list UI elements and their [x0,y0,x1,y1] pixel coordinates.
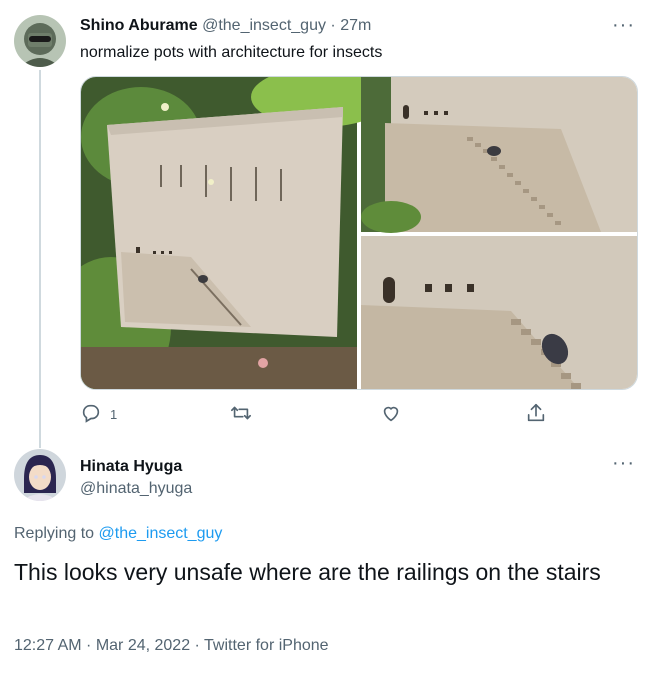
avatar[interactable] [14,15,66,67]
user-handle[interactable]: @hinata_hyuga [80,479,192,499]
replying-to: Replying to @the_insect_guy [14,524,222,544]
tweet-text: normalize pots with architecture for ins… [80,44,383,61]
reply-mention-link[interactable]: @the_insect_guy [99,525,223,542]
reply-button[interactable]: 1 [80,402,117,427]
more-options-icon[interactable]: ··· [612,453,635,473]
reply-icon [80,402,102,427]
more-options-icon[interactable]: ··· [612,15,635,35]
retweet-button[interactable] [230,402,252,427]
photo-pot-stairs-closeup[interactable] [361,236,638,390]
like-button[interactable] [380,402,402,427]
reply-count: 1 [110,407,118,422]
heart-icon [380,402,402,427]
avatar[interactable] [14,449,66,501]
tweet-actions: 1 [80,402,640,426]
tweet-media-grid [80,76,638,390]
retweet-icon [230,402,252,427]
replying-prefix: Replying to [14,525,99,542]
share-button[interactable] [525,402,547,427]
thread-connector-line [39,70,41,448]
user-handle[interactable]: @the_insect_guy [202,17,326,34]
display-name[interactable]: Hinata Hyuga [80,457,182,477]
tweet-time[interactable]: 27m [340,17,371,34]
photo-pot-stairs-top[interactable] [361,77,638,233]
photo-pot-full[interactable] [81,77,391,390]
tweet-header: Shino Aburame @the_insect_guy · 27m [80,16,371,36]
share-icon [525,402,547,427]
tweet-timestamp[interactable]: 12:27 AM · Mar 24, 2022 · Twitter for iP… [14,636,329,656]
tweet-text: This looks very unsafe where are the rai… [14,559,601,585]
display-name[interactable]: Shino Aburame [80,17,198,34]
separator-dot: · [330,17,336,34]
